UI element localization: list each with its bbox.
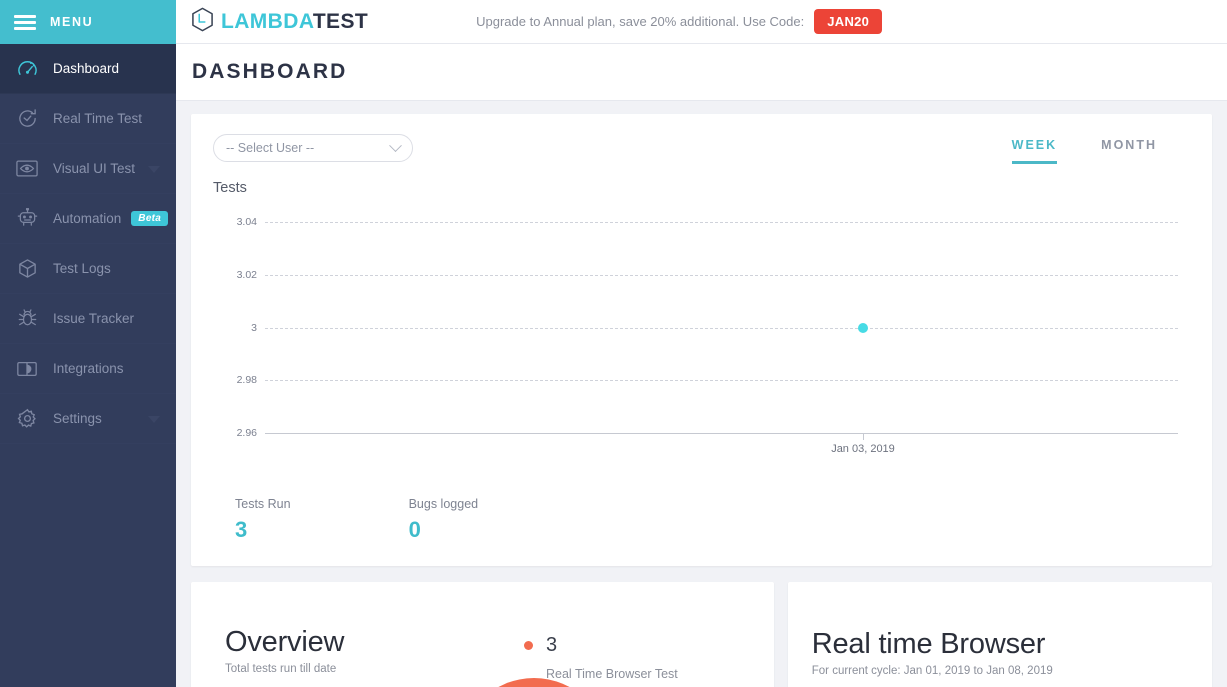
sidebar-item-label: Dashboard	[53, 61, 120, 76]
sidebar-item-label: Test Logs	[53, 261, 111, 276]
sidebar-item-label: Issue Tracker	[53, 311, 135, 326]
topbar: LAMBDATEST Upgrade to Annual plan, save …	[176, 0, 1227, 44]
realtime-subtitle: For current cycle: Jan 01, 2019 to Jan 0…	[811, 665, 1053, 677]
realtime-title: Real time Browser	[811, 628, 1046, 660]
lambdatest-hexagon-icon	[191, 7, 214, 37]
chevron-down-icon[interactable]	[148, 415, 160, 423]
chevron-down-icon[interactable]	[148, 165, 160, 173]
stat-value: 3	[235, 517, 248, 542]
robot-icon	[12, 206, 42, 232]
promo-code-badge[interactable]: JAN20	[814, 9, 883, 34]
stat-label: Tests Run	[235, 497, 291, 511]
box-icon	[12, 256, 42, 282]
legend-caption: Real Time Browser Test	[546, 667, 678, 681]
x-axis-line	[265, 433, 1178, 434]
menu-label: MENU	[50, 15, 94, 29]
sidebar-item-automation[interactable]: Automation Beta	[0, 194, 176, 244]
y-axis-tick-label: 3.02	[236, 268, 257, 281]
range-tabs: WEEK MONTH	[1011, 138, 1157, 164]
logo-text: LAMBDATEST	[221, 10, 368, 34]
realtime-browser-card: Real time Browser For current cycle: Jan…	[787, 582, 1212, 687]
gridline	[265, 380, 1178, 382]
chevron-down-icon	[389, 138, 402, 152]
y-axis-tick-label: 2.98	[236, 374, 257, 387]
beta-badge: Beta	[131, 211, 169, 226]
chart-stats: Tests Run 3 Bugs logged 0	[213, 497, 1190, 543]
y-axis-tick-label: 3	[251, 321, 257, 334]
legend-value: 3	[546, 634, 558, 656]
sidebar-item-dashboard[interactable]: Dashboard	[0, 44, 176, 94]
sidebar: MENU Dashboard Real Time Test Visual UI …	[0, 0, 176, 687]
bug-icon	[12, 306, 42, 332]
sidebar-item-label: Visual UI Test	[53, 161, 136, 176]
sidebar-item-settings[interactable]: Settings	[0, 394, 176, 444]
dashboard-page: MENU Dashboard Real Time Test Visual UI …	[0, 0, 1227, 687]
tests-chart-plot: 3.04 3.02 3 2.98 2.96 Jan 03, 2019	[213, 208, 1190, 473]
sidebar-item-real-time-test[interactable]: Real Time Test	[0, 94, 176, 144]
tab-week[interactable]: WEEK	[1011, 138, 1058, 164]
overview-card: Overview Total tests run till date 3 Rea…	[191, 582, 774, 687]
page-title: DASHBOARD	[192, 60, 348, 83]
chart-card-toolbar: -- Select User -- WEEK MONTH	[213, 134, 1190, 164]
sidebar-item-label: Integrations	[53, 361, 124, 376]
gear-icon	[12, 406, 42, 432]
bottom-cards-row: Overview Total tests run till date 3 Rea…	[191, 582, 1212, 687]
eye-screen-icon	[12, 156, 42, 182]
stat-label: Bugs logged	[408, 497, 479, 511]
tests-chart-card: -- Select User -- WEEK MONTH Tests 3.04 3…	[191, 114, 1212, 566]
sidebar-item-label: Automation	[53, 211, 122, 226]
logo-text-primary: LAMBDA	[221, 9, 313, 33]
tab-month[interactable]: MONTH	[1101, 138, 1157, 164]
stat-bugs-logged: Bugs logged 0	[409, 497, 479, 543]
clock-arrow-icon	[12, 106, 42, 132]
app-logo[interactable]: LAMBDATEST	[191, 7, 368, 37]
y-axis-tick-label: 2.96	[236, 427, 257, 439]
sidebar-item-integrations[interactable]: Integrations	[0, 344, 176, 394]
legend-item: 3	[524, 634, 678, 657]
hamburger-icon[interactable]	[14, 14, 36, 30]
sidebar-item-issue-tracker[interactable]: Issue Tracker	[0, 294, 176, 344]
y-axis-tick-label: 3.04	[236, 216, 257, 228]
sidebar-item-visual-ui-test[interactable]: Visual UI Test	[0, 144, 176, 194]
select-user-dropdown[interactable]: -- Select User --	[213, 134, 413, 162]
menu-toggle[interactable]: MENU	[0, 0, 176, 44]
chart-title: Tests	[213, 180, 247, 196]
x-axis-tick-mark	[863, 433, 864, 440]
stat-value: 0	[408, 517, 421, 542]
sidebar-item-label: Settings	[53, 411, 102, 426]
puzzle-icon	[12, 356, 42, 382]
chart-data-point[interactable]	[858, 322, 868, 333]
overview-legend: 3 Real Time Browser Test	[524, 634, 678, 681]
gridline	[265, 274, 1178, 276]
sidebar-item-label: Real Time Test	[53, 111, 143, 126]
page-header: DASHBOARD	[176, 44, 1227, 101]
main-content: -- Select User -- WEEK MONTH Tests 3.04 3…	[176, 101, 1227, 687]
promo-banner: Upgrade to Annual plan, save 20% additio…	[476, 9, 883, 34]
stat-tests-run: Tests Run 3	[235, 497, 291, 543]
legend-dot-icon	[524, 641, 533, 650]
x-axis-tick-label: Jan 03, 2019	[831, 443, 895, 455]
logo-text-secondary: TEST	[312, 9, 369, 33]
select-user-value: -- Select User --	[226, 141, 315, 155]
sidebar-item-test-logs[interactable]: Test Logs	[0, 244, 176, 294]
gridline	[265, 222, 1178, 223]
gridline	[265, 327, 1178, 329]
promo-text: Upgrade to Annual plan, save 20% additio…	[476, 14, 805, 29]
gauge-icon	[12, 56, 42, 82]
